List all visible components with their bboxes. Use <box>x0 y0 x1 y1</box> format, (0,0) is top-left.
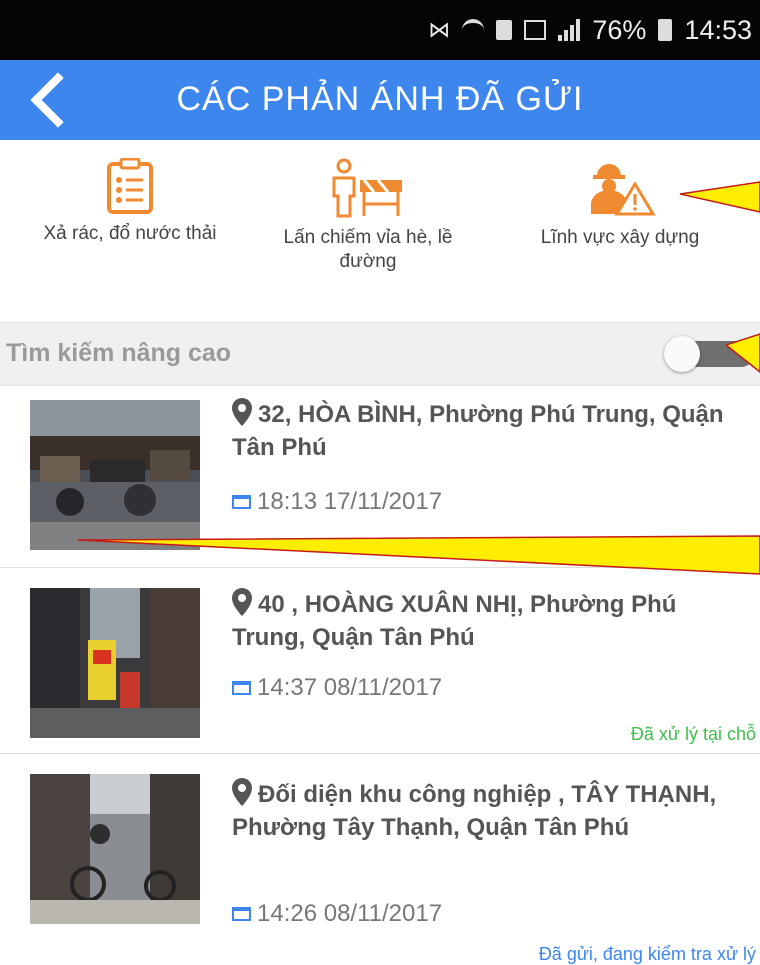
report-item[interactable]: 40 , HOÀNG XUÂN NHỊ, Phường Phú Trung, Q… <box>0 568 760 754</box>
wifi-icon <box>462 19 485 41</box>
report-address-text: Đối diện khu công nghiệp , TÂY THẠNH, Ph… <box>232 781 717 841</box>
toggle-knob <box>664 336 700 372</box>
location-pin-icon <box>232 398 252 426</box>
report-datetime: 14:37 08/11/2017 <box>257 674 443 701</box>
report-address-text: 40 , HOÀNG XUÂN NHỊ, Phường Phú Trung, Q… <box>232 591 677 651</box>
category-label: Xả rác, đổ nước thải <box>43 223 217 244</box>
calendar-icon <box>232 907 251 921</box>
clock: 14:53 <box>684 14 752 45</box>
sidewalk-vendor-icon <box>332 158 402 218</box>
status-badge: Đã xử lý tại chỗ <box>630 724 756 744</box>
advanced-search-bar: Tìm kiếm nâng cao <box>0 322 760 386</box>
advanced-search-label: Tìm kiếm nâng cao <box>6 339 232 367</box>
report-datetime: 14:26 08/11/2017 <box>257 900 443 927</box>
report-datetime: 18:13 17/11/2017 <box>257 488 443 515</box>
category-sidewalk[interactable]: Lấn chiếm vỉa hè, lề đường <box>268 158 468 274</box>
battery-icon <box>658 19 673 41</box>
calendar-icon <box>232 495 251 509</box>
report-address: 32, HÒA BÌNH, Phường Phú Trung, Quận Tân… <box>232 398 750 464</box>
report-date: 14:37 08/11/2017 <box>232 674 442 702</box>
report-address: 40 , HOÀNG XUÂN NHỊ, Phường Phú Trung, Q… <box>232 588 750 654</box>
app-bar: CÁC PHẢN ÁNH ĐÃ GỬI <box>0 60 760 140</box>
location-pin-icon <box>232 778 252 806</box>
status-bar-icons: ⋈ <box>428 17 451 42</box>
annotation-arrow-icon <box>78 535 760 575</box>
calendar-icon <box>232 681 251 695</box>
report-address-text: 32, HÒA BÌNH, Phường Phú Trung, Quận Tân… <box>232 401 724 461</box>
status-bar: ⋈ 76% 14:53 <box>0 0 760 60</box>
category-row: Xả rác, đổ nước thải Lấn chiếm vỉa hè, l… <box>0 140 760 320</box>
location-pin-icon <box>232 588 252 616</box>
data-icon <box>524 20 547 40</box>
construction-worker-icon <box>591 164 655 216</box>
report-date: 18:13 17/11/2017 <box>232 488 442 516</box>
report-thumbnail <box>30 588 200 738</box>
annotation-arrow-icon <box>680 181 760 213</box>
report-item[interactable]: Đối diện khu công nghiệp , TÂY THẠNH, Ph… <box>0 754 760 965</box>
clipboard-list-icon <box>107 158 153 214</box>
page-title: CÁC PHẢN ÁNH ĐÃ GỬI <box>176 80 584 118</box>
signal-icon <box>558 19 581 41</box>
report-address: Đối diện khu công nghiệp , TÂY THẠNH, Ph… <box>232 778 750 844</box>
category-label: Lĩnh vực xây dựng <box>540 227 700 248</box>
report-date: 14:26 08/11/2017 <box>232 900 442 928</box>
status-badge: Đã gửi, đang kiểm tra xử lý <box>538 944 756 964</box>
annotation-arrow-icon <box>726 333 760 373</box>
battery-percent: 76% <box>592 14 647 45</box>
category-label: Lấn chiếm vỉa hè, lề đường <box>283 227 453 272</box>
sim-icon <box>496 20 513 40</box>
report-thumbnail <box>30 774 200 924</box>
category-waste[interactable]: Xả rác, đổ nước thải <box>30 158 230 246</box>
